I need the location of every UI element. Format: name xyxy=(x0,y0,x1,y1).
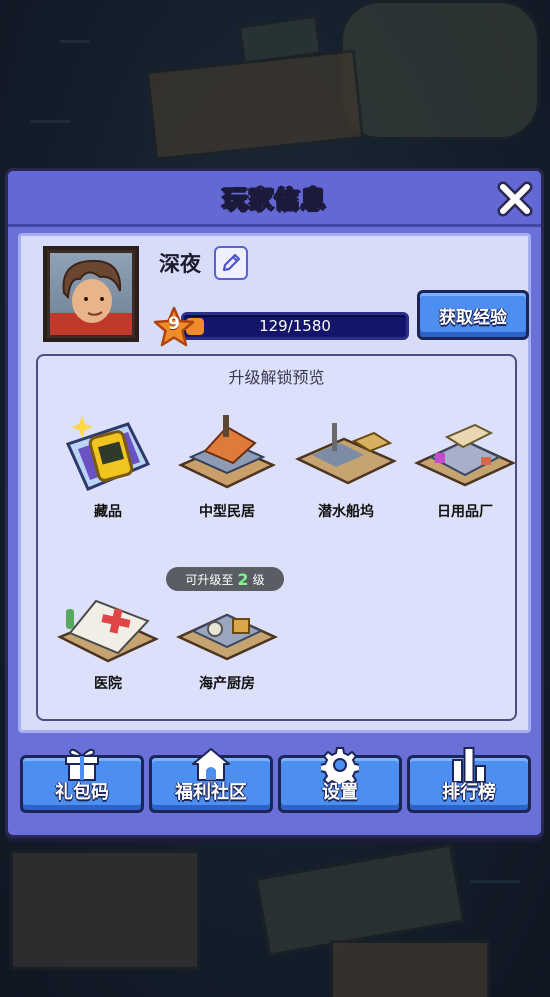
preview-item-label: 中型民居 xyxy=(199,504,255,520)
preview-item-seafood-kitchen[interactable]: 海产厨房 xyxy=(172,576,282,693)
close-icon xyxy=(497,181,533,217)
preview-item-label: 日用品厂 xyxy=(437,504,493,520)
preview-item-label: 藏品 xyxy=(94,504,122,520)
preview-item-label: 医院 xyxy=(94,676,122,692)
player-info-dialog: 玩家信息 深夜 129/1580 9 获取经验 升级解锁预览 藏品 中型民居 潜… xyxy=(5,168,544,838)
watch-icon xyxy=(65,416,151,491)
factory-raft-icon xyxy=(413,423,517,486)
dock-raft-icon xyxy=(294,422,397,484)
welfare-community-button[interactable]: 福利社区 xyxy=(149,748,273,813)
gift-code-button[interactable]: 礼包码 xyxy=(20,748,144,813)
badge-prefix: 可升级至 xyxy=(185,572,234,587)
avatar[interactable] xyxy=(43,246,139,342)
avatar-portrait xyxy=(50,253,132,335)
preview-item-collection[interactable]: 藏品 xyxy=(53,404,163,521)
hospital-tent-icon xyxy=(56,599,160,662)
badge-level: 2 xyxy=(237,569,249,589)
gift-icon xyxy=(65,748,99,781)
unlock-preview: 升级解锁预览 藏品 中型民居 潜水船坞 日用品厂 医院 海产厨房 可升级至 2 … xyxy=(36,354,517,721)
dialog-title: 玩家信息 xyxy=(222,184,327,214)
edit-name-button[interactable] xyxy=(214,246,248,280)
preview-item-medium-house[interactable]: 中型民居 xyxy=(172,404,282,521)
button-label: 排行榜 xyxy=(442,782,496,803)
leaderboard-button[interactable]: 排行榜 xyxy=(407,747,531,813)
upgrade-level-badge: 可升级至 2 级 xyxy=(166,567,284,591)
player-name: 深夜 xyxy=(159,252,201,276)
preview-item-hospital[interactable]: 医院 xyxy=(53,576,163,693)
xp-text: 129/1580 xyxy=(259,317,331,335)
preview-item-goods-factory[interactable]: 日用品厂 xyxy=(410,404,520,521)
badge-suffix: 级 xyxy=(252,572,265,587)
close-button[interactable] xyxy=(495,179,535,219)
button-label: 福利社区 xyxy=(175,782,247,803)
pencil-icon xyxy=(222,253,241,272)
dialog-titlebar: 玩家信息 xyxy=(8,171,541,227)
home-icon xyxy=(192,748,230,781)
xp-progress-bar: 129/1580 xyxy=(181,312,409,340)
house-raft-icon xyxy=(177,414,277,488)
kitchen-raft-icon xyxy=(175,613,279,660)
player-level: 9 xyxy=(168,314,180,334)
button-label: 设置 xyxy=(322,782,358,803)
preview-item-label: 海产厨房 xyxy=(199,676,255,692)
get-exp-button[interactable]: 获取经验 xyxy=(417,290,529,340)
profile-content: 深夜 129/1580 9 获取经验 升级解锁预览 藏品 中型民居 潜水船坞 日… xyxy=(18,233,531,733)
settings-button[interactable]: 设置 xyxy=(278,747,402,813)
preview-item-label: 潜水船坞 xyxy=(318,504,374,520)
button-label: 礼包码 xyxy=(55,782,109,803)
preview-item-diving-dock[interactable]: 潜水船坞 xyxy=(291,404,401,521)
bottom-button-row: 礼包码 福利社区 设置 排行榜 xyxy=(18,747,531,817)
preview-title: 升级解锁预览 xyxy=(228,368,325,387)
